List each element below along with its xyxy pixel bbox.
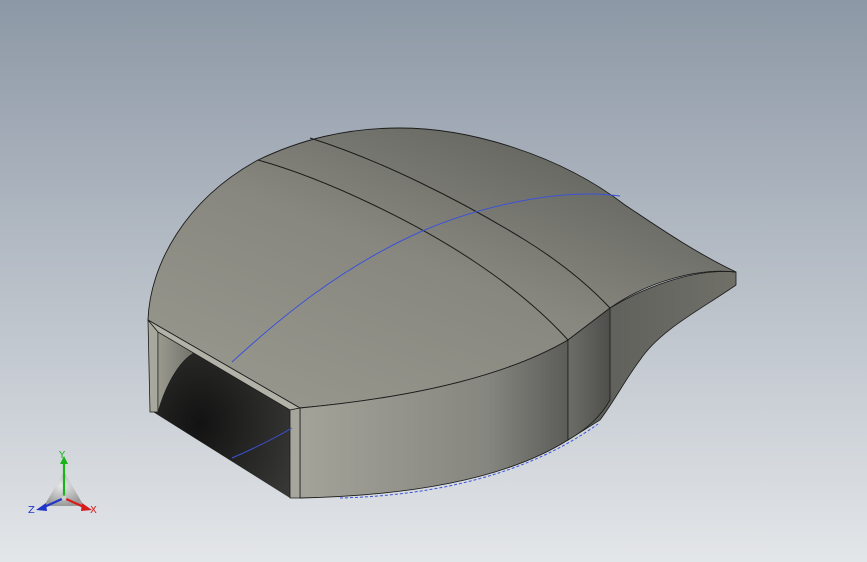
dome-top-face[interactable] <box>147 127 737 409</box>
graphics-viewport[interactable]: Y X Z <box>0 0 867 562</box>
axis-z-label: Z <box>28 505 35 516</box>
model-3d-view[interactable] <box>0 0 867 562</box>
orientation-triad[interactable]: Y X Z <box>24 448 104 528</box>
inner-lip-right <box>289 407 301 499</box>
axis-y-label: Y <box>59 450 66 461</box>
axis-x-label: X <box>90 505 97 516</box>
axis-z-head-icon <box>36 503 47 511</box>
inner-lip-left <box>147 318 159 413</box>
triad-origin-icon <box>61 495 67 501</box>
